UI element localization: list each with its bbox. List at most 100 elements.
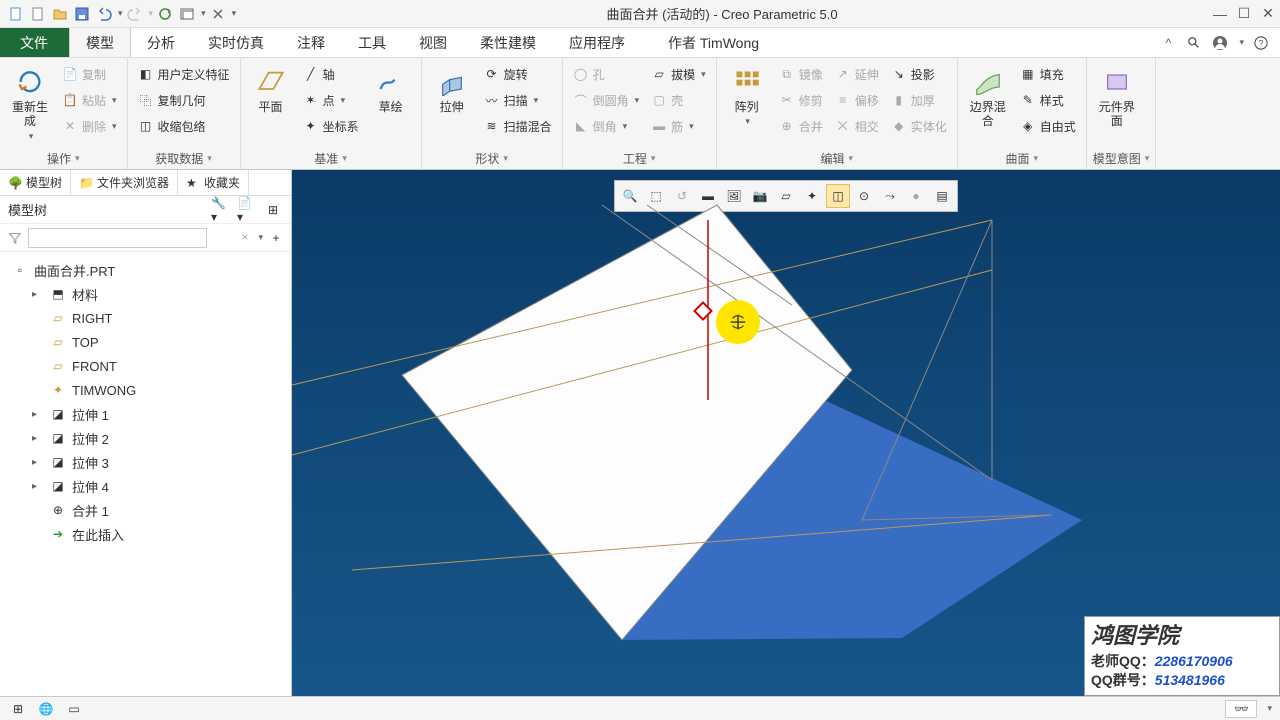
minimize-button[interactable]: — bbox=[1208, 2, 1232, 26]
tree-item-csys[interactable]: ✦TIMWONG bbox=[4, 378, 287, 402]
tab-analysis[interactable]: 分析 bbox=[131, 28, 192, 57]
intersect-button[interactable]: ⨉相交 bbox=[831, 114, 883, 138]
close-doc-icon[interactable] bbox=[208, 4, 228, 24]
sweep-button[interactable]: 〰扫描▾ bbox=[480, 88, 556, 112]
filter-dropdown[interactable]: ▾ bbox=[258, 232, 263, 243]
maximize-button[interactable]: ☐ bbox=[1232, 2, 1256, 26]
sb-find-icon[interactable]: 👓 bbox=[1225, 700, 1257, 718]
point-button[interactable]: ✶点▾ bbox=[299, 88, 363, 112]
udf-button[interactable]: ◧用户定义特征 bbox=[134, 62, 234, 86]
trim-button[interactable]: ✂修剪 bbox=[775, 88, 827, 112]
tab-tools[interactable]: 工具 bbox=[342, 28, 403, 57]
boundary-blend-button[interactable]: 边界混合 bbox=[964, 62, 1012, 133]
tree-item-extrude2[interactable]: ▸◪拉伸 2 bbox=[4, 426, 287, 450]
tab-folder-browser[interactable]: 📁文件夹浏览器 bbox=[71, 170, 178, 195]
rib-button[interactable]: ▬筋▾ bbox=[647, 114, 710, 138]
search-icon[interactable] bbox=[1185, 34, 1203, 52]
freestyle-button[interactable]: ◈自由式 bbox=[1016, 114, 1080, 138]
tree-item-merge1[interactable]: ⊕合并 1 bbox=[4, 498, 287, 522]
tab-favorites[interactable]: ★收藏夹 bbox=[178, 170, 249, 195]
shrinkwrap-button[interactable]: ◫收缩包络 bbox=[134, 114, 234, 138]
shell-button[interactable]: ▢壳 bbox=[647, 88, 710, 112]
undo-dropdown[interactable]: ▾ bbox=[118, 8, 123, 19]
redo-icon[interactable] bbox=[125, 4, 145, 24]
tab-annotate[interactable]: 注释 bbox=[281, 28, 342, 57]
project-button[interactable]: ↘投影 bbox=[887, 62, 951, 86]
watermark-card: 鸿图学院 老师QQ：2286170906 QQ群号：513481966 bbox=[1084, 616, 1280, 696]
hole-button[interactable]: ◯孔 bbox=[569, 62, 644, 86]
copy-button[interactable]: 📄复制 bbox=[58, 62, 121, 86]
paste-button[interactable]: 📋粘贴▾ bbox=[58, 88, 121, 112]
filter-icon[interactable] bbox=[6, 229, 24, 247]
help-icon[interactable]: ? bbox=[1252, 34, 1270, 52]
component-interface-button[interactable]: 元件界面 bbox=[1093, 62, 1141, 133]
tree-item-front[interactable]: ▱FRONT bbox=[4, 354, 287, 378]
tree-item-material[interactable]: ▸⬒材料 bbox=[4, 282, 287, 306]
add-filter-icon[interactable]: + bbox=[267, 229, 285, 247]
chamfer-button[interactable]: ◣倒角▾ bbox=[569, 114, 644, 138]
status-bar: ⊞ 🌐 ▭ 👓 ▾ bbox=[0, 696, 1280, 720]
group-surface-label: 曲面 bbox=[1005, 150, 1029, 167]
revolve-button[interactable]: ⟳旋转 bbox=[480, 62, 556, 86]
delete-button[interactable]: ✕删除▾ bbox=[58, 114, 121, 138]
tree-item-right[interactable]: ▱RIGHT bbox=[4, 306, 287, 330]
window-icon[interactable] bbox=[177, 4, 197, 24]
regen-icon[interactable] bbox=[155, 4, 175, 24]
undo-icon[interactable] bbox=[94, 4, 114, 24]
draft-button[interactable]: ▱拔模▾ bbox=[647, 62, 710, 86]
thicken-button[interactable]: ▮加厚 bbox=[887, 88, 951, 112]
tree-item-extrude3[interactable]: ▸◪拉伸 3 bbox=[4, 450, 287, 474]
tab-view[interactable]: 视图 bbox=[403, 28, 464, 57]
tab-flex[interactable]: 柔性建模 bbox=[464, 28, 553, 57]
tab-apps[interactable]: 应用程序 bbox=[553, 28, 642, 57]
sb-box-icon[interactable]: ▭ bbox=[64, 700, 84, 718]
tree-item-top[interactable]: ▱TOP bbox=[4, 330, 287, 354]
style-button[interactable]: ✎样式 bbox=[1016, 88, 1080, 112]
tree-display-icon[interactable]: 📄▾ bbox=[237, 200, 257, 220]
file-tab[interactable]: 文件 bbox=[0, 28, 69, 57]
fill-button[interactable]: ▦填充 bbox=[1016, 62, 1080, 86]
mirror-button[interactable]: ⧉镜像 bbox=[775, 62, 827, 86]
regenerate-button[interactable]: 重新生成▾ bbox=[6, 62, 54, 146]
tab-livesim[interactable]: 实时仿真 bbox=[192, 28, 281, 57]
sb-find-dropdown[interactable]: ▾ bbox=[1267, 703, 1272, 714]
account-icon[interactable] bbox=[1211, 34, 1229, 52]
sb-grid-icon[interactable]: ⊞ bbox=[8, 700, 28, 718]
sweepblend-button[interactable]: ≋扫描混合 bbox=[480, 114, 556, 138]
3d-viewport[interactable]: 🔍 ⬚ ↺ ▬ 🖼 📷 ▱ ✦ ◫ ⊙ ⤳ ● ▤ bbox=[292, 170, 1280, 696]
window-dropdown[interactable]: ▾ bbox=[201, 8, 206, 19]
sb-globe-icon[interactable]: 🌐 bbox=[36, 700, 56, 718]
tree-show-icon[interactable]: ⊞ bbox=[263, 200, 283, 220]
collapse-ribbon-icon[interactable]: ^ bbox=[1159, 34, 1177, 52]
tree-item-insert[interactable]: ➔在此插入 bbox=[4, 522, 287, 546]
tab-model[interactable]: 模型 bbox=[69, 28, 131, 57]
sketch-button[interactable]: 草绘 bbox=[367, 62, 415, 118]
tree-item-extrude4[interactable]: ▸◪拉伸 4 bbox=[4, 474, 287, 498]
redo-dropdown[interactable]: ▾ bbox=[149, 8, 154, 19]
pattern-button[interactable]: 阵列▾ bbox=[723, 62, 771, 131]
extend-button[interactable]: ↗延伸 bbox=[831, 62, 883, 86]
tree-settings-icon[interactable]: 🔧▾ bbox=[211, 200, 231, 220]
new-icon[interactable] bbox=[28, 4, 48, 24]
copygeo-button[interactable]: ⿻复制几何 bbox=[134, 88, 234, 112]
plane-button[interactable]: 平面 bbox=[247, 62, 295, 118]
round-button[interactable]: ⌒倒圆角▾ bbox=[569, 88, 644, 112]
save-icon[interactable] bbox=[72, 4, 92, 24]
tab-model-tree[interactable]: 🌳模型树 bbox=[0, 170, 71, 195]
account-dropdown[interactable]: ▾ bbox=[1239, 37, 1244, 48]
axis-button[interactable]: ╱轴 bbox=[299, 62, 363, 86]
tree-filter-input[interactable] bbox=[28, 228, 207, 248]
tree-header: 模型树 bbox=[8, 200, 205, 219]
solidify-button[interactable]: ◆实体化 bbox=[887, 114, 951, 138]
merge-button[interactable]: ⊕合并 bbox=[775, 114, 827, 138]
offset-button[interactable]: ≡偏移 bbox=[831, 88, 883, 112]
tree-root[interactable]: ▫曲面合并.PRT bbox=[4, 258, 287, 282]
csys-button[interactable]: ✦坐标系 bbox=[299, 114, 363, 138]
clear-filter-icon[interactable]: × bbox=[241, 230, 248, 244]
new-file-icon[interactable] bbox=[6, 4, 26, 24]
open-icon[interactable] bbox=[50, 4, 70, 24]
extrude-button[interactable]: 拉伸 bbox=[428, 62, 476, 118]
tree-item-extrude1[interactable]: ▸◪拉伸 1 bbox=[4, 402, 287, 426]
group-datum-label: 基准 bbox=[314, 150, 338, 167]
close-button[interactable]: ✕ bbox=[1256, 2, 1280, 26]
